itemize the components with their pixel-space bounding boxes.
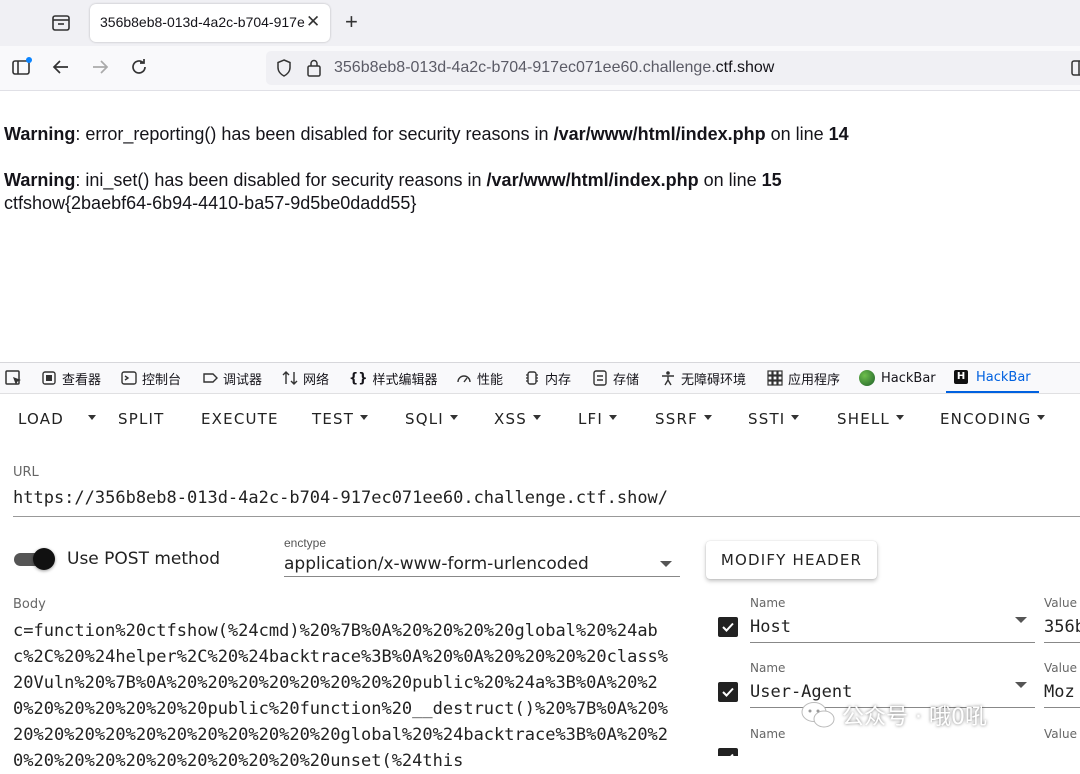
checkmark-icon — [722, 687, 734, 697]
hackbar-h-icon: H — [954, 370, 968, 384]
url-input[interactable]: https://356b8eb8-013d-4a2c-b704-917ec071… — [13, 488, 1080, 517]
menu-xss[interactable]: XSS — [494, 410, 541, 428]
tab-memory[interactable]: 内存 — [524, 363, 571, 393]
header-name-label: Name — [750, 596, 786, 610]
checkmark-icon — [730, 753, 734, 756]
flag-output: ctfshow{2baebf64-6b94-4410-ba57-9d5be0da… — [4, 193, 417, 213]
menu-load[interactable]: LOAD — [18, 410, 64, 428]
tab-performance[interactable]: 性能 — [456, 363, 503, 393]
body-field-label: Body — [13, 597, 46, 612]
header-enable-checkbox[interactable] — [718, 617, 738, 637]
tab-inspector[interactable]: 查看器 — [41, 363, 101, 393]
tab-list-icon[interactable] — [50, 12, 72, 34]
chevron-down-icon — [791, 415, 800, 420]
chevron-down-icon — [532, 415, 541, 420]
tab-style-editor[interactable]: {} 样式编辑器 — [349, 363, 438, 393]
devtools-toolbar: 查看器 控制台 调试器 网络 {} 样式编辑器 性能 内存 存储 无障碍环境 应用… — [0, 362, 1080, 394]
tab-console[interactable]: 控制台 — [121, 363, 181, 393]
enctype-select[interactable]: application/x-www-form-urlencoded — [284, 552, 680, 577]
tab-application[interactable]: 应用程序 — [767, 363, 840, 393]
enctype-value: application/x-www-form-urlencoded — [284, 554, 589, 574]
address-domain: ctf.show — [715, 59, 775, 76]
menu-ssrf[interactable]: SSRF — [655, 410, 712, 428]
url-field-label: URL — [13, 465, 39, 480]
menu-lfi[interactable]: LFI — [578, 410, 618, 428]
watermark: 公众号 · 哦0吼 — [800, 698, 987, 732]
enctype-label: enctype — [284, 536, 327, 550]
address-bar[interactable]: 356b8eb8-013d-4a2c-b704-917ec071ee60.cha… — [266, 51, 1080, 85]
element-picker-icon[interactable] — [4, 368, 24, 393]
header-name-label: Name — [750, 661, 786, 675]
menu-ssti[interactable]: SSTI — [748, 410, 800, 428]
php-warning: Warning: ini_set() has been disabled for… — [4, 170, 782, 190]
browser-tab-active[interactable]: 356b8eb8-013d-4a2c-b704-917e ✕ — [90, 4, 330, 42]
header-value-label: Value — [1044, 727, 1077, 741]
tab-title: 356b8eb8-013d-4a2c-b704-917e — [100, 14, 305, 30]
address-url[interactable]: 356b8eb8-013d-4a2c-b704-917ec071ee60.cha… — [334, 59, 774, 77]
toggle-knob — [33, 548, 55, 570]
reload-icon[interactable] — [128, 56, 150, 78]
menu-shell[interactable]: SHELL — [837, 410, 904, 428]
header-row: Name Host Value 356b — [718, 596, 1080, 656]
sidebar-icon[interactable] — [11, 56, 33, 78]
dropdown-arrow-icon — [1015, 617, 1027, 623]
chevron-down-icon — [449, 415, 458, 420]
menu-load-dropdown[interactable] — [82, 410, 96, 428]
hackbar-globe-icon — [859, 370, 875, 386]
menu-split[interactable]: SPLIT — [118, 410, 165, 428]
menu-sqli[interactable]: SQLI — [405, 410, 458, 428]
header-value-input[interactable]: 356b — [1044, 614, 1080, 643]
tab-hackbar-legacy[interactable]: HackBar — [859, 363, 936, 393]
shield-icon[interactable] — [275, 58, 293, 83]
dropdown-arrow-icon — [660, 561, 672, 567]
tab-strip: 356b8eb8-013d-4a2c-b704-917e ✕ + — [0, 0, 1080, 46]
post-method-toggle[interactable] — [14, 548, 55, 570]
tab-storage[interactable]: 存储 — [592, 363, 639, 393]
header-name-label: Name — [750, 727, 786, 741]
header-name-input[interactable]: Host — [750, 614, 1035, 643]
tab-network[interactable]: 网络 — [282, 363, 329, 393]
chevron-down-icon — [88, 415, 96, 420]
header-value-label: Value — [1044, 596, 1077, 610]
chevron-down-icon — [896, 415, 904, 420]
header-value-input[interactable]: Moz — [1044, 679, 1080, 708]
menu-encoding[interactable]: ENCODING — [940, 410, 1046, 428]
header-enable-checkbox[interactable] — [718, 748, 738, 756]
menu-test[interactable]: TEST — [312, 410, 369, 428]
modify-header-button[interactable]: MODIFY HEADER — [706, 541, 877, 579]
hackbar-menu: LOAD SPLIT EXECUTE TEST SQLI XSS LFI SSR… — [0, 400, 1080, 440]
back-arrow-icon[interactable] — [50, 56, 72, 78]
header-enable-checkbox[interactable] — [718, 682, 738, 702]
navigation-bar: 356b8eb8-013d-4a2c-b704-917ec071ee60.cha… — [0, 46, 1080, 91]
reader-view-icon[interactable] — [1070, 59, 1080, 82]
tab-close-icon[interactable]: ✕ — [306, 13, 320, 31]
chevron-down-icon — [609, 415, 618, 420]
post-method-label: Use POST method — [67, 549, 221, 569]
checkmark-icon — [722, 622, 734, 632]
tab-accessibility[interactable]: 无障碍环境 — [660, 363, 746, 393]
menu-execute[interactable]: EXECUTE — [201, 410, 279, 428]
tab-debugger[interactable]: 调试器 — [202, 363, 262, 393]
tab-hackbar-active[interactable]: H HackBar — [946, 363, 1039, 393]
chevron-down-icon — [703, 415, 712, 420]
php-warning: Warning: error_reporting() has been disa… — [4, 124, 849, 144]
chevron-down-icon — [1037, 415, 1046, 420]
header-value-label: Value — [1044, 661, 1077, 675]
lock-icon[interactable] — [306, 58, 322, 83]
body-textarea[interactable]: c=function%20ctfshow(%24cmd)%20%7B%0A%20… — [13, 618, 678, 774]
wechat-icon — [801, 702, 835, 728]
forward-arrow-icon[interactable] — [89, 56, 111, 78]
dropdown-arrow-icon — [1015, 682, 1027, 688]
chevron-down-icon — [360, 415, 369, 420]
new-tab-button[interactable]: + — [345, 9, 358, 35]
